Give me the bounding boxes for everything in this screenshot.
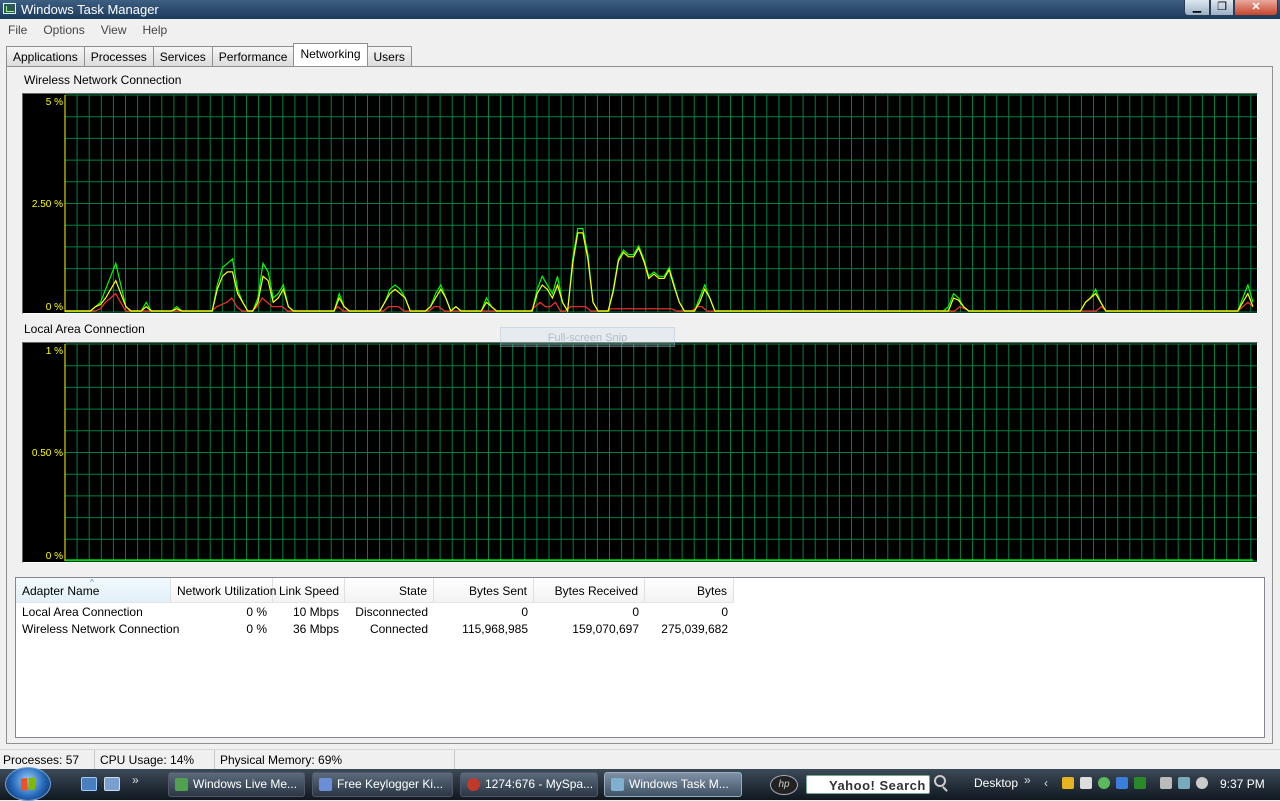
local-y-max-label: 1 % <box>45 346 63 357</box>
hp-logo-icon[interactable]: hp <box>770 775 798 795</box>
tab-networking[interactable]: Networking <box>293 43 368 66</box>
local-area-graph-svg <box>64 343 1257 562</box>
adapter-bytes: 0 <box>721 605 728 619</box>
wireless-y-min-label: 0 % <box>45 302 63 313</box>
adapter-link-speed: 36 Mbps <box>292 622 339 636</box>
tray-expand-icon[interactable]: ‹ <box>1044 776 1048 790</box>
adapter-bytes-received: 0 <box>632 605 639 619</box>
taskbar-button-task-manager[interactable]: Windows Task M... <box>604 772 742 797</box>
adapter-list[interactable]: Adapter Name ^ Network Utilization Link S… <box>15 577 1265 738</box>
window-title: Windows Task Manager <box>21 2 159 17</box>
snip-overlay: Full-screen Snip <box>500 327 675 347</box>
desktop-toolbar-label[interactable]: Desktop <box>974 776 1018 790</box>
tab-strip: Applications Processes Services Performa… <box>6 43 412 66</box>
tray-app-icon[interactable] <box>1080 777 1092 789</box>
series-line-0 <box>65 227 1254 313</box>
opera-icon <box>467 778 480 791</box>
tray-crown-icon[interactable] <box>1062 777 1074 789</box>
sort-ascending-icon: ^ <box>90 578 94 587</box>
status-cpu-usage: CPU Usage: 14% <box>95 750 215 770</box>
adapter-name: Wireless Network Connection <box>22 622 180 636</box>
tray-power-icon[interactable] <box>1160 777 1172 789</box>
quicklaunch-chevron-icon[interactable]: » <box>132 773 139 787</box>
local-area-graph-title: Local Area Connection <box>24 322 145 336</box>
tab-users[interactable]: Users <box>366 46 412 66</box>
task-manager-icon <box>3 3 16 14</box>
show-desktop-icon[interactable] <box>81 777 97 791</box>
menu-help[interactable]: Help <box>135 20 176 40</box>
adapter-list-header: Adapter Name ^ Network Utilization Link S… <box>16 578 734 603</box>
adapter-bytes: 275,039,682 <box>661 622 728 636</box>
adapter-bytes-sent: 0 <box>521 605 528 619</box>
adapter-bytes-sent: 115,968,985 <box>462 622 528 636</box>
yahoo-search-box[interactable]: Yahoo! Search <box>806 775 930 794</box>
network-icon[interactable] <box>1178 777 1190 789</box>
keylogger-icon <box>319 778 332 791</box>
menu-view[interactable]: View <box>93 20 135 40</box>
status-bar: Processes: 57 CPU Usage: 14% Physical Me… <box>0 749 1280 770</box>
wireless-network-graph: 5 % 2.50 % 0 % <box>22 93 1258 314</box>
taskbar-button-label: Windows Live Me... <box>193 777 298 791</box>
taskbar-button-label: Windows Task M... <box>629 777 729 791</box>
menu-file[interactable]: File <box>0 20 35 40</box>
col-bytes[interactable]: Bytes <box>645 578 734 602</box>
adapter-link-speed: 10 Mbps <box>292 605 339 619</box>
switch-windows-icon[interactable] <box>104 777 120 791</box>
wireless-y-max-label: 5 % <box>45 97 63 108</box>
series-line-2 <box>65 232 1254 313</box>
col-network-utilization[interactable]: Network Utilization <box>171 578 276 602</box>
col-link-speed[interactable]: Link Speed <box>273 578 345 602</box>
adapter-utilization: 0 % <box>246 622 267 636</box>
taskbar-button-keylogger[interactable]: Free Keylogger Ki... <box>312 772 453 797</box>
tab-processes[interactable]: Processes <box>83 46 154 66</box>
status-processes: Processes: 57 <box>0 750 95 770</box>
tray-update-icon[interactable] <box>1116 777 1128 789</box>
taskbar-button-live-messenger[interactable]: Windows Live Me... <box>168 772 305 797</box>
adapter-row[interactable]: Wireless Network Connection 0 % 36 Mbps … <box>16 621 734 638</box>
desktop-chevron-icon[interactable]: » <box>1024 773 1031 787</box>
local-y-mid-label: 0.50 % <box>31 448 63 459</box>
tab-services[interactable]: Services <box>152 46 213 66</box>
taskbar-button-label: Free Keylogger Ki... <box>337 777 444 791</box>
col-bytes-sent[interactable]: Bytes Sent <box>434 578 534 602</box>
wireless-graph-title: Wireless Network Connection <box>24 73 182 87</box>
col-bytes-received[interactable]: Bytes Received <box>534 578 645 602</box>
menu-bar: File Options View Help <box>0 20 1280 40</box>
minimize-button[interactable]: ▁ <box>1184 0 1210 16</box>
window-controls: ▁ ❐ ✕ <box>1184 0 1278 16</box>
taskbar-button-myspace[interactable]: 1274:676 - MySpa... <box>460 772 598 797</box>
taskbar: » Windows Live Me... Free Keylogger Ki..… <box>0 767 1280 801</box>
tray-green-icon[interactable] <box>1134 777 1146 789</box>
close-button[interactable]: ✕ <box>1234 0 1278 16</box>
adapter-state: Disconnected <box>355 605 428 619</box>
menu-options[interactable]: Options <box>35 20 92 40</box>
local-area-graph: 1 % 0.50 % 0 % <box>22 342 1258 563</box>
tab-applications[interactable]: Applications <box>6 46 85 66</box>
status-physical-memory: Physical Memory: 69% <box>215 750 455 770</box>
col-adapter-name[interactable]: Adapter Name ^ <box>16 578 171 602</box>
title-bar[interactable]: Windows Task Manager ▁ ❐ ✕ <box>0 0 1280 19</box>
taskbar-button-label: 1274:676 - MySpa... <box>485 777 594 791</box>
wireless-y-mid-label: 2.50 % <box>31 199 63 210</box>
adapter-row[interactable]: Local Area Connection 0 % 10 Mbps Discon… <box>16 604 734 621</box>
adapter-state: Connected <box>369 622 428 636</box>
task-manager-icon <box>611 778 624 791</box>
tab-performance[interactable]: Performance <box>211 46 295 66</box>
adapter-name: Local Area Connection <box>22 605 143 619</box>
local-y-min-label: 0 % <box>45 551 63 562</box>
start-button[interactable] <box>5 767 51 801</box>
wireless-graph-svg <box>64 94 1257 313</box>
col-state[interactable]: State <box>345 578 434 602</box>
restore-button[interactable]: ❐ <box>1210 0 1234 16</box>
search-icon[interactable] <box>934 775 946 787</box>
volume-icon[interactable] <box>1196 777 1208 789</box>
adapter-utilization: 0 % <box>246 605 267 619</box>
adapter-bytes-received: 159,070,697 <box>572 622 639 636</box>
tray-messenger-icon[interactable] <box>1098 777 1110 789</box>
col-adapter-name-label: Adapter Name <box>22 584 100 598</box>
messenger-icon <box>175 778 188 791</box>
clock[interactable]: 9:37 PM <box>1220 777 1265 791</box>
